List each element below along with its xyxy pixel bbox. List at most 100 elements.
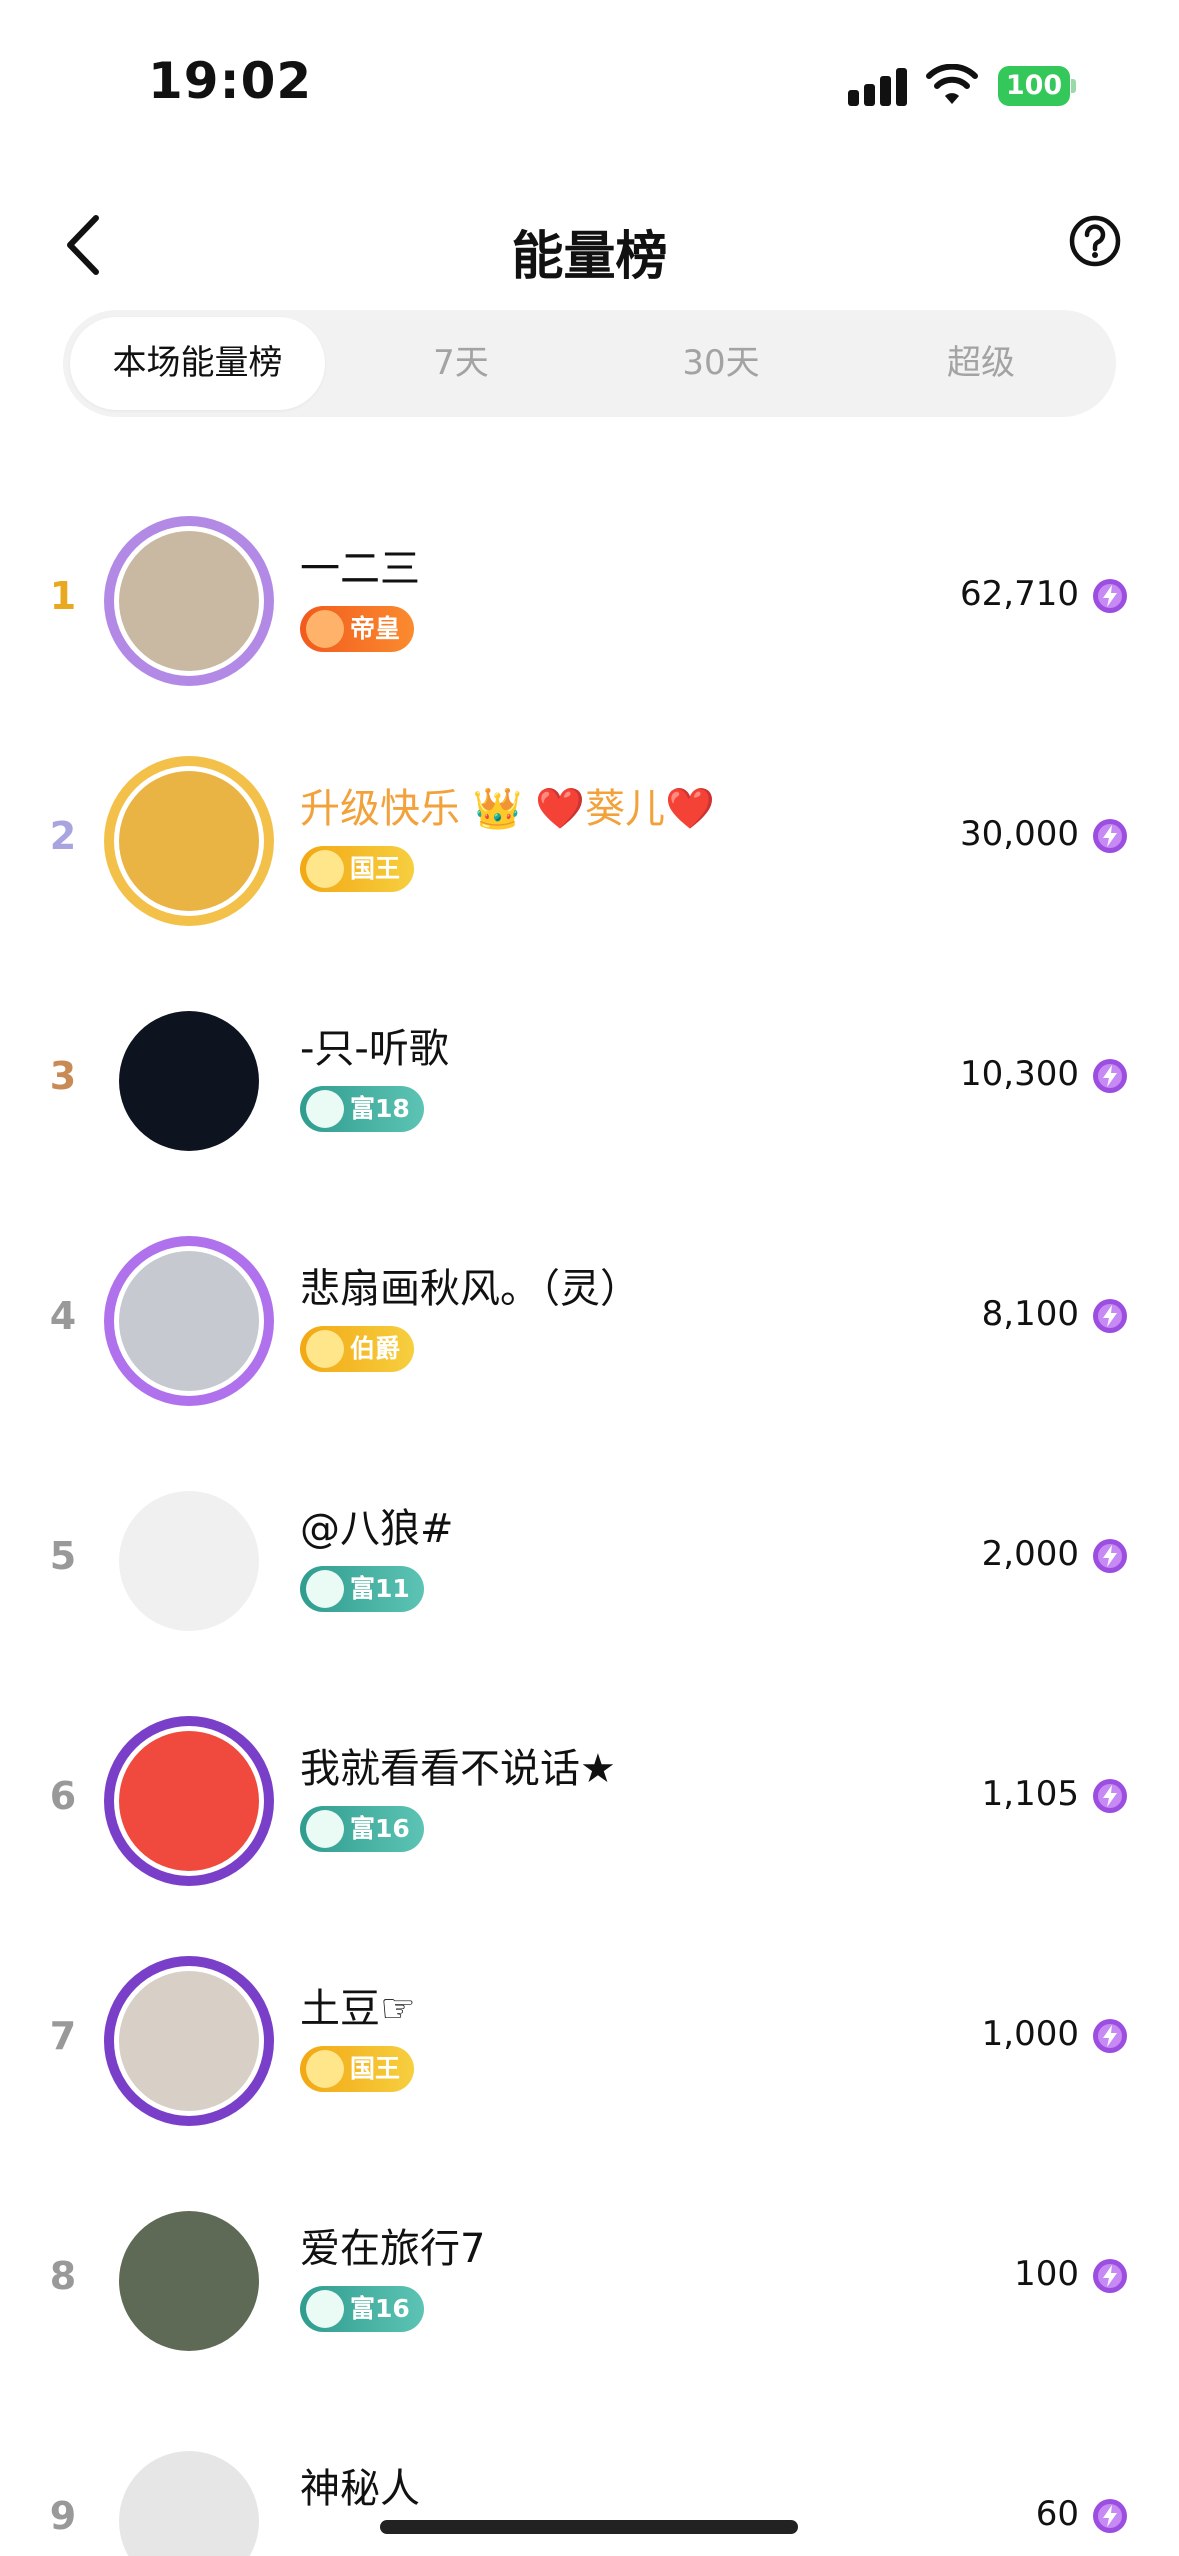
energy-score: 100 <box>1014 2254 1079 2294</box>
energy-icon <box>1093 2499 1127 2533</box>
avatar-frame <box>104 2196 274 2366</box>
wifi-icon <box>926 64 978 104</box>
energy-icon <box>1093 1539 1127 1573</box>
energy-score: 62,710 <box>960 574 1079 614</box>
tab-7-days[interactable]: 7天 <box>341 310 581 417</box>
level-badge: 富11 <box>300 1566 424 1612</box>
home-indicator <box>380 2520 798 2534</box>
leaderboard-row[interactable]: 6 我就看看不说话★ 富16 1,105 <box>0 1678 1179 1918</box>
level-badge-icon <box>306 850 344 888</box>
level-badge: 帝皇 <box>300 606 415 652</box>
level-badge-label: 国王 <box>350 2054 401 2083</box>
avatar-frame <box>104 516 274 686</box>
user-name: 我就看看不说话★ <box>300 1746 616 1792</box>
rank-number: 7 <box>49 2014 77 2058</box>
energy-icon <box>1093 819 1127 853</box>
user-name: 爱在旅行7 <box>300 2226 486 2272</box>
level-badge: 富16 <box>300 2286 424 2332</box>
help-icon[interactable] <box>1068 214 1122 268</box>
leaderboard-row[interactable]: 3 -只-听歌富18 10,300 <box>0 958 1179 1198</box>
rank-number: 4 <box>49 1294 77 1338</box>
leaderboard-row[interactable]: 7 土豆☞ 国王 1,000 <box>0 1918 1179 2158</box>
energy-icon <box>1093 1299 1127 1333</box>
user-name: @八狼# <box>300 1506 454 1552</box>
avatar-frame <box>104 1956 274 2126</box>
tab-30-days[interactable]: 30天 <box>601 310 841 417</box>
avatar[interactable] <box>104 1716 274 1886</box>
energy-score: 1,105 <box>981 1774 1079 1814</box>
avatar-frame <box>104 1716 274 1886</box>
level-badge-icon <box>306 1090 344 1128</box>
avatar[interactable] <box>104 2436 274 2556</box>
energy-score: 10,300 <box>960 1054 1079 1094</box>
user-name: 一二三 <box>300 546 420 592</box>
energy-icon <box>1093 579 1127 613</box>
leaderboard-row[interactable]: 2 升级快乐 👑 ❤️葵儿❤️ 国王 30,000 <box>0 718 1179 958</box>
rank-number: 2 <box>49 814 77 858</box>
level-badge-label: 伯爵 <box>350 1334 401 1363</box>
leaderboard-row[interactable]: 5 @八狼# 富11 2,000 <box>0 1438 1179 1678</box>
energy-icon <box>1093 1779 1127 1813</box>
status-time: 19:02 <box>148 52 313 110</box>
energy-score: 30,000 <box>960 814 1079 854</box>
period-tabs: 本场能量榜 7天 30天 超级 <box>63 310 1116 417</box>
avatar-frame <box>104 996 274 1166</box>
energy-score: 1,000 <box>981 2014 1079 2054</box>
level-badge-label: 富18 <box>350 1094 410 1123</box>
leaderboard-row[interactable]: 1 一二三帝皇 62,710 <box>0 478 1179 718</box>
energy-icon <box>1093 2019 1127 2053</box>
rank-number: 3 <box>49 1054 77 1098</box>
avatar[interactable] <box>104 516 274 686</box>
user-name: 土豆☞ <box>300 1986 416 2032</box>
rank-number: 9 <box>49 2494 77 2538</box>
user-name: 悲扇画秋风。（灵） <box>300 1266 640 1312</box>
avatar[interactable] <box>104 996 274 1166</box>
avatar[interactable] <box>104 1236 274 1406</box>
energy-icon <box>1093 1059 1127 1093</box>
energy-score: 2,000 <box>981 1534 1079 1574</box>
level-badge: 国王 <box>300 2046 415 2092</box>
battery-level: 100 <box>998 66 1070 106</box>
avatar[interactable] <box>104 1956 274 2126</box>
cellular-signal-icon <box>848 66 910 106</box>
rank-number: 5 <box>49 1534 77 1578</box>
page-title: 能量榜 <box>511 227 668 287</box>
user-name: 升级快乐 👑 ❤️葵儿❤️ <box>300 786 715 832</box>
rank-number: 1 <box>49 574 77 618</box>
leaderboard-row[interactable]: 8 爱在旅行7 富16 100 <box>0 2158 1179 2398</box>
energy-score: 60 <box>1035 2494 1079 2534</box>
tab-this-session[interactable]: 本场能量榜 <box>70 317 325 410</box>
avatar-frame <box>104 756 274 926</box>
level-badge: 伯爵 <box>300 1326 415 1372</box>
level-badge: 国王 <box>300 846 415 892</box>
avatar[interactable] <box>104 2196 274 2366</box>
level-badge-icon <box>306 2050 344 2088</box>
level-badge: 富18 <box>300 1086 424 1132</box>
level-badge-icon <box>306 1330 344 1368</box>
user-name: -只-听歌 <box>300 1026 449 1072</box>
user-name: 神秘人 <box>300 2466 420 2512</box>
level-badge-label: 富16 <box>350 1814 410 1843</box>
level-badge-label: 富16 <box>350 2294 410 2323</box>
rank-number: 8 <box>49 2254 77 2298</box>
rank-number: 6 <box>49 1774 77 1818</box>
leaderboard-row[interactable]: 4 悲扇画秋风。（灵） 伯爵 8,100 <box>0 1198 1179 1438</box>
battery-icon: 100 <box>998 66 1076 106</box>
avatar[interactable] <box>104 756 274 926</box>
level-badge-label: 国王 <box>350 854 401 883</box>
level-badge-label: 帝皇 <box>350 614 401 643</box>
level-badge-label: 富11 <box>350 1574 410 1603</box>
level-badge-icon <box>306 1570 344 1608</box>
tab-super[interactable]: 超级 <box>861 310 1101 417</box>
energy-score: 8,100 <box>981 1294 1079 1334</box>
level-badge-icon <box>306 610 344 648</box>
nav-bar: 能量榜 <box>0 190 1179 300</box>
avatar-frame <box>104 1236 274 1406</box>
avatar-frame <box>104 1476 274 1646</box>
avatar[interactable] <box>104 1476 274 1646</box>
level-badge-icon <box>306 2290 344 2328</box>
level-badge-icon <box>306 1810 344 1848</box>
level-badge: 富16 <box>300 1806 424 1852</box>
avatar-frame <box>104 2436 274 2556</box>
status-bar: 19:02 100 <box>0 0 1179 160</box>
